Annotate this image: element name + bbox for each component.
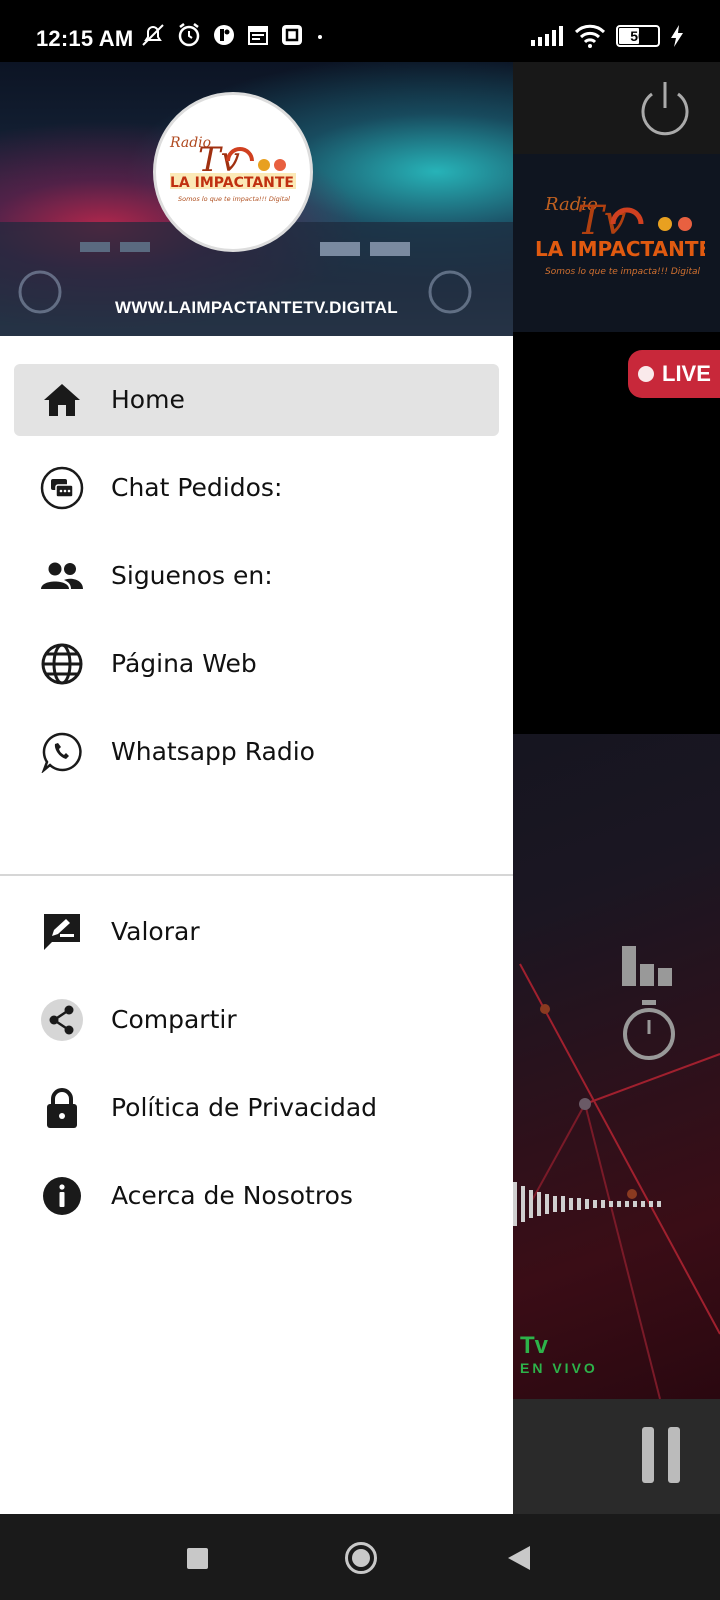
navigation-drawer: Radio Tv LA IMPACTANTE Somos lo que te i…	[0, 62, 513, 1514]
status-time: 12:15 AM	[36, 26, 134, 51]
drawer-header: Radio Tv LA IMPACTANTE Somos lo que te i…	[0, 62, 513, 336]
back-button[interactable]	[508, 1546, 530, 1570]
live-label: LIVE	[662, 361, 711, 386]
system-nav-bar	[0, 1514, 720, 1600]
menu-item-label: Chat Pedidos:	[111, 473, 283, 502]
station-logo-image: Radio Tv LA IMPACTANTE Somos lo que te i…	[169, 135, 296, 203]
tv-label: Tv	[520, 1332, 549, 1359]
battery-icon: 50	[616, 25, 660, 47]
menu-item-label: Acerca de Nosotros	[111, 1181, 353, 1210]
menu-item-label: Valorar	[111, 917, 200, 946]
pause-icon[interactable]	[640, 1427, 684, 1483]
menu-item-whatsapp-radio[interactable]: Whatsapp Radio	[14, 716, 499, 788]
lock-icon	[40, 1086, 84, 1130]
tv-en-vivo-label: Tv EN VIVO	[520, 1332, 598, 1378]
battery-level: 50	[630, 28, 646, 44]
app-notification-icon	[214, 25, 234, 45]
menu-item-label: Compartir	[111, 1005, 237, 1034]
home-icon	[40, 378, 84, 422]
live-badge: LIVE	[628, 350, 720, 398]
menu-item-chat-pedidos[interactable]: Chat Pedidos:	[14, 452, 499, 524]
menu-divider	[0, 874, 513, 876]
signal-icon	[531, 26, 563, 46]
menu-item-siguenos[interactable]: Siguenos en:	[14, 540, 499, 612]
live-dot-icon	[638, 366, 654, 382]
menu-item-label: Página Web	[111, 649, 257, 678]
chat-icon	[40, 466, 84, 510]
globe-icon	[40, 642, 84, 686]
menu-item-valorar[interactable]: Valorar	[14, 896, 499, 968]
website-url: WWW.LAIMPACTANTETV.DIGITAL	[115, 298, 398, 317]
station-logo-image: Radio Tv LA IMPACTANTE Somos lo que te i…	[535, 194, 705, 277]
dot-icon	[318, 35, 322, 39]
screen-record-icon	[282, 25, 302, 45]
people-icon	[40, 554, 84, 598]
wifi-icon	[574, 24, 606, 48]
equalizer-icon[interactable]	[620, 942, 676, 986]
menu-item-pagina-web[interactable]: Página Web	[14, 628, 499, 700]
status-bar: 12:15 AM 50	[0, 0, 720, 62]
home-button[interactable]	[345, 1542, 377, 1574]
menu-item-label: Whatsapp Radio	[111, 737, 315, 766]
menu-item-home[interactable]: Home	[14, 364, 499, 436]
muted-alarm-icon	[142, 24, 164, 46]
info-icon	[40, 1174, 84, 1218]
sleep-timer-icon[interactable]	[618, 996, 680, 1062]
en-vivo-label: EN VIVO	[520, 1360, 598, 1376]
recents-button[interactable]	[187, 1548, 208, 1569]
svg-text:LA IMPACTANTE: LA IMPACTANTE	[170, 175, 294, 191]
menu-item-compartir[interactable]: Compartir	[14, 984, 499, 1056]
svg-text:LA IMPACTANTE: LA IMPACTANTE	[535, 237, 705, 261]
power-icon[interactable]	[638, 78, 692, 138]
status-system-icons: 50	[530, 24, 684, 48]
share-icon	[40, 998, 84, 1042]
rate-icon	[40, 910, 84, 954]
alarm-clock-icon	[178, 23, 200, 47]
menu-item-label: Siguenos en:	[111, 561, 273, 590]
charging-icon	[671, 25, 683, 47]
whatsapp-icon	[40, 730, 84, 774]
svg-text:Somos lo que te impacta!!! Dig: Somos lo que te impacta!!! Digital	[545, 267, 701, 277]
calendar-icon	[248, 26, 268, 45]
audio-wave-decoration	[513, 1182, 661, 1226]
menu-item-privacidad[interactable]: Política de Privacidad	[14, 1072, 499, 1144]
menu-item-label: Home	[111, 385, 185, 414]
menu-item-acerca[interactable]: Acerca de Nosotros	[14, 1160, 499, 1232]
svg-text:Somos lo que te impacta!!! Dig: Somos lo que te impacta!!! Digital	[178, 195, 290, 203]
status-notification-icons	[140, 22, 326, 48]
menu-item-label: Política de Privacidad	[111, 1093, 378, 1122]
station-logo: Radio Tv LA IMPACTANTE Somos lo que te i…	[153, 92, 313, 252]
